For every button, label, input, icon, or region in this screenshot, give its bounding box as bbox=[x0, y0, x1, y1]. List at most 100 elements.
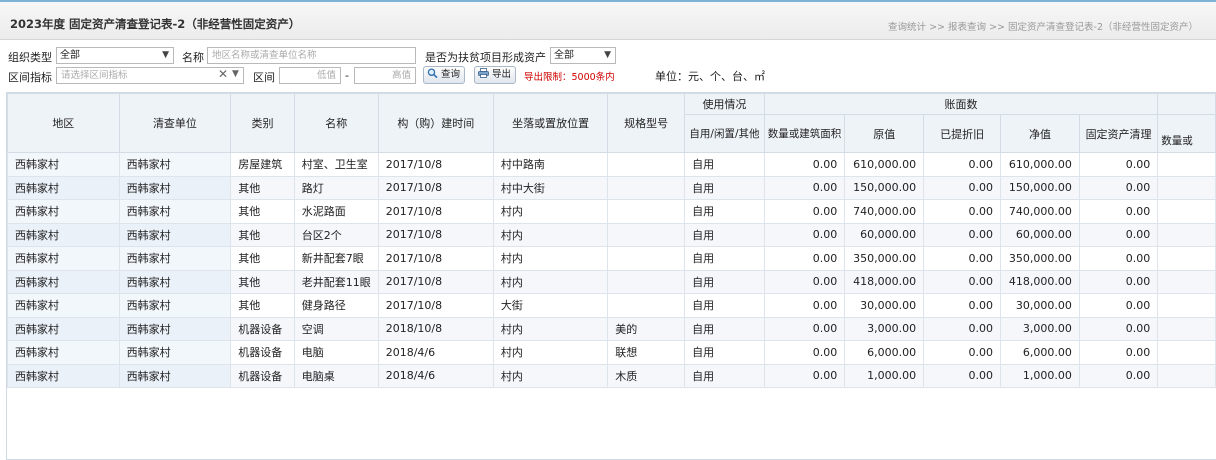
cell-spec bbox=[607, 199, 686, 224]
table-row[interactable]: 西韩家村 西韩家村 其他 台区2个 2017/10/8 村内 自用 0.00 60,000.00… bbox=[7, 222, 1216, 247]
cell-usage: 自用 bbox=[684, 363, 765, 388]
cell-name: 新井配套7眼 bbox=[293, 246, 379, 271]
cell-fixed-asset-cleanup: 0.00 bbox=[1078, 269, 1159, 294]
cell-name: 老井配套11眼 bbox=[293, 269, 379, 294]
interval-high-input[interactable]: 高值 bbox=[354, 67, 416, 84]
cell-location: 村中路南 bbox=[492, 152, 609, 177]
cell-usage: 自用 bbox=[684, 246, 765, 271]
cell-qty-area: 0.00 bbox=[763, 152, 846, 177]
search-button[interactable]: 查询 bbox=[423, 66, 466, 84]
cell-depreciation: 0.00 bbox=[923, 199, 1002, 224]
cell-extra bbox=[1157, 269, 1216, 294]
cell-qty-area: 0.00 bbox=[763, 340, 846, 365]
header-extra-group bbox=[1157, 93, 1216, 115]
cell-original-value: 610,000.00 bbox=[844, 152, 925, 177]
cell-unit: 西韩家村 bbox=[118, 175, 232, 200]
cell-spec bbox=[607, 175, 686, 200]
table-row[interactable]: 西韩家村 西韩家村 机器设备 空调 2018/10/8 村内 美的 自用 0.00 3,000.0… bbox=[7, 316, 1216, 341]
chevron-down-icon: ▼ bbox=[604, 50, 611, 60]
cell-location: 大街 bbox=[492, 293, 609, 318]
cell-region: 西韩家村 bbox=[7, 293, 120, 318]
cell-extra bbox=[1157, 246, 1216, 271]
cell-name: 空调 bbox=[293, 316, 379, 341]
cell-net-value: 350,000.00 bbox=[1000, 246, 1080, 271]
header-usage-group: 使用情况 bbox=[684, 93, 765, 115]
name-search-input[interactable]: 地区名称或清查单位名称 bbox=[207, 47, 416, 64]
cell-extra bbox=[1157, 293, 1216, 318]
org-type-value: 全部 bbox=[60, 50, 80, 61]
cell-region: 西韩家村 bbox=[7, 340, 120, 365]
cell-usage: 自用 bbox=[684, 269, 765, 294]
breadcrumb-query-stats[interactable]: 查询统计 bbox=[888, 22, 926, 33]
cell-unit: 西韩家村 bbox=[118, 269, 232, 294]
header-spec[interactable]: 规格型号 bbox=[607, 93, 686, 153]
header-net-value[interactable]: 净值 bbox=[1000, 114, 1080, 153]
cell-spec bbox=[607, 222, 686, 247]
cell-region: 西韩家村 bbox=[7, 175, 120, 200]
header-category[interactable]: 类别 bbox=[230, 93, 295, 153]
printer-icon bbox=[478, 68, 489, 78]
cell-location: 村中大街 bbox=[492, 175, 609, 200]
breadcrumb-report-query[interactable]: 报表查询 bbox=[948, 22, 986, 33]
header-qty-area[interactable]: 数量或建筑面积 bbox=[763, 114, 846, 153]
header-location[interactable]: 坐落或置放位置 bbox=[492, 93, 609, 153]
cell-build-time: 2017/10/8 bbox=[377, 199, 494, 224]
breadcrumb-separator: >> bbox=[929, 22, 945, 33]
header-build-time[interactable]: 构（购）建时间 bbox=[377, 93, 494, 153]
filter-panel: 组织类型 全部 ▼ 名称 地区名称或清查单位名称 是否为扶贫项目形成资产 全部 … bbox=[0, 44, 1216, 88]
cell-net-value: 60,000.00 bbox=[1000, 222, 1080, 247]
table-row[interactable]: 西韩家村 西韩家村 其他 健身路径 2017/10/8 大街 自用 0.00 30,000.00… bbox=[7, 293, 1216, 318]
header-fixed-asset-cleanup[interactable]: 固定资产清理 bbox=[1078, 114, 1159, 153]
interval-low-input[interactable]: 低值 bbox=[279, 67, 341, 84]
header-usage[interactable]: 自用/闲置/其他 bbox=[684, 114, 765, 153]
range-indicator-select[interactable]: 请选择区间指标 bbox=[56, 67, 244, 84]
clear-x-icon[interactable]: ✕ bbox=[218, 67, 228, 82]
cell-net-value: 30,000.00 bbox=[1000, 293, 1080, 318]
table-row[interactable]: 西韩家村 西韩家村 其他 老井配套11眼 2017/10/8 村内 自用 0.00 418,00… bbox=[7, 269, 1216, 294]
cell-category: 机器设备 bbox=[230, 340, 295, 365]
cell-name: 台区2个 bbox=[293, 222, 379, 247]
poverty-project-value: 全部 bbox=[554, 50, 574, 61]
table-row[interactable]: 西韩家村 西韩家村 其他 新井配套7眼 2017/10/8 村内 自用 0.00 350,000… bbox=[7, 246, 1216, 271]
chevron-down-icon[interactable]: ▼ bbox=[232, 67, 239, 82]
header-region[interactable]: 地区 bbox=[7, 93, 120, 153]
cell-region: 西韩家村 bbox=[7, 269, 120, 294]
header-original-value[interactable]: 原值 bbox=[844, 114, 925, 153]
header-unit[interactable]: 清查单位 bbox=[118, 93, 232, 153]
table-row[interactable]: 西韩家村 西韩家村 其他 水泥路面 2017/10/8 村内 自用 0.00 740,000.0… bbox=[7, 199, 1216, 224]
poverty-project-label: 是否为扶贫项目形成资产 bbox=[425, 51, 546, 64]
cell-fixed-asset-cleanup: 0.00 bbox=[1078, 199, 1159, 224]
header-qty-next[interactable]: 数量或 bbox=[1157, 114, 1216, 153]
cell-build-time: 2017/10/8 bbox=[377, 293, 494, 318]
cell-extra bbox=[1157, 199, 1216, 224]
table-row[interactable]: 西韩家村 西韩家村 其他 路灯 2017/10/8 村中大街 自用 0.00 150,000.0… bbox=[7, 175, 1216, 200]
cell-extra bbox=[1157, 316, 1216, 341]
poverty-project-select[interactable]: 全部 ▼ bbox=[550, 47, 616, 64]
cell-fixed-asset-cleanup: 0.00 bbox=[1078, 175, 1159, 200]
cell-category: 机器设备 bbox=[230, 316, 295, 341]
cell-spec bbox=[607, 269, 686, 294]
cell-unit: 西韩家村 bbox=[118, 222, 232, 247]
header-name[interactable]: 名称 bbox=[293, 93, 379, 153]
chevron-down-icon: ▼ bbox=[162, 50, 169, 60]
table-row[interactable]: 西韩家村 西韩家村 机器设备 电脑桌 2018/4/6 村内 木质 自用 0.00 1,000.0… bbox=[7, 363, 1216, 388]
cell-usage: 自用 bbox=[684, 340, 765, 365]
cell-qty-area: 0.00 bbox=[763, 222, 846, 247]
table-row[interactable]: 西韩家村 西韩家村 机器设备 电脑 2018/4/6 村内 联想 自用 0.00 6,000.00… bbox=[7, 340, 1216, 365]
cell-category: 其他 bbox=[230, 222, 295, 247]
cell-depreciation: 0.00 bbox=[923, 152, 1002, 177]
header-depreciation[interactable]: 已提折旧 bbox=[923, 114, 1002, 153]
export-button[interactable]: 导出 bbox=[474, 66, 517, 84]
cell-fixed-asset-cleanup: 0.00 bbox=[1078, 246, 1159, 271]
cell-category: 房屋建筑 bbox=[230, 152, 295, 177]
table-row[interactable]: 西韩家村 西韩家村 房屋建筑 村室、卫生室 2017/10/8 村中路南 自用 0.00 610… bbox=[7, 152, 1216, 177]
cell-build-time: 2017/10/8 bbox=[377, 175, 494, 200]
cell-usage: 自用 bbox=[684, 152, 765, 177]
org-type-select[interactable]: 全部 ▼ bbox=[56, 47, 174, 64]
range-indicator-placeholder: 请选择区间指标 bbox=[61, 70, 128, 81]
asset-grid[interactable]: 地区 清查单位 类别 名称 构（购）建时间 坐落或置放位置 规格型号 使用情况 … bbox=[6, 92, 1216, 460]
cell-spec bbox=[607, 152, 686, 177]
name-label: 名称 bbox=[182, 51, 204, 64]
cell-depreciation: 0.00 bbox=[923, 293, 1002, 318]
cell-fixed-asset-cleanup: 0.00 bbox=[1078, 340, 1159, 365]
